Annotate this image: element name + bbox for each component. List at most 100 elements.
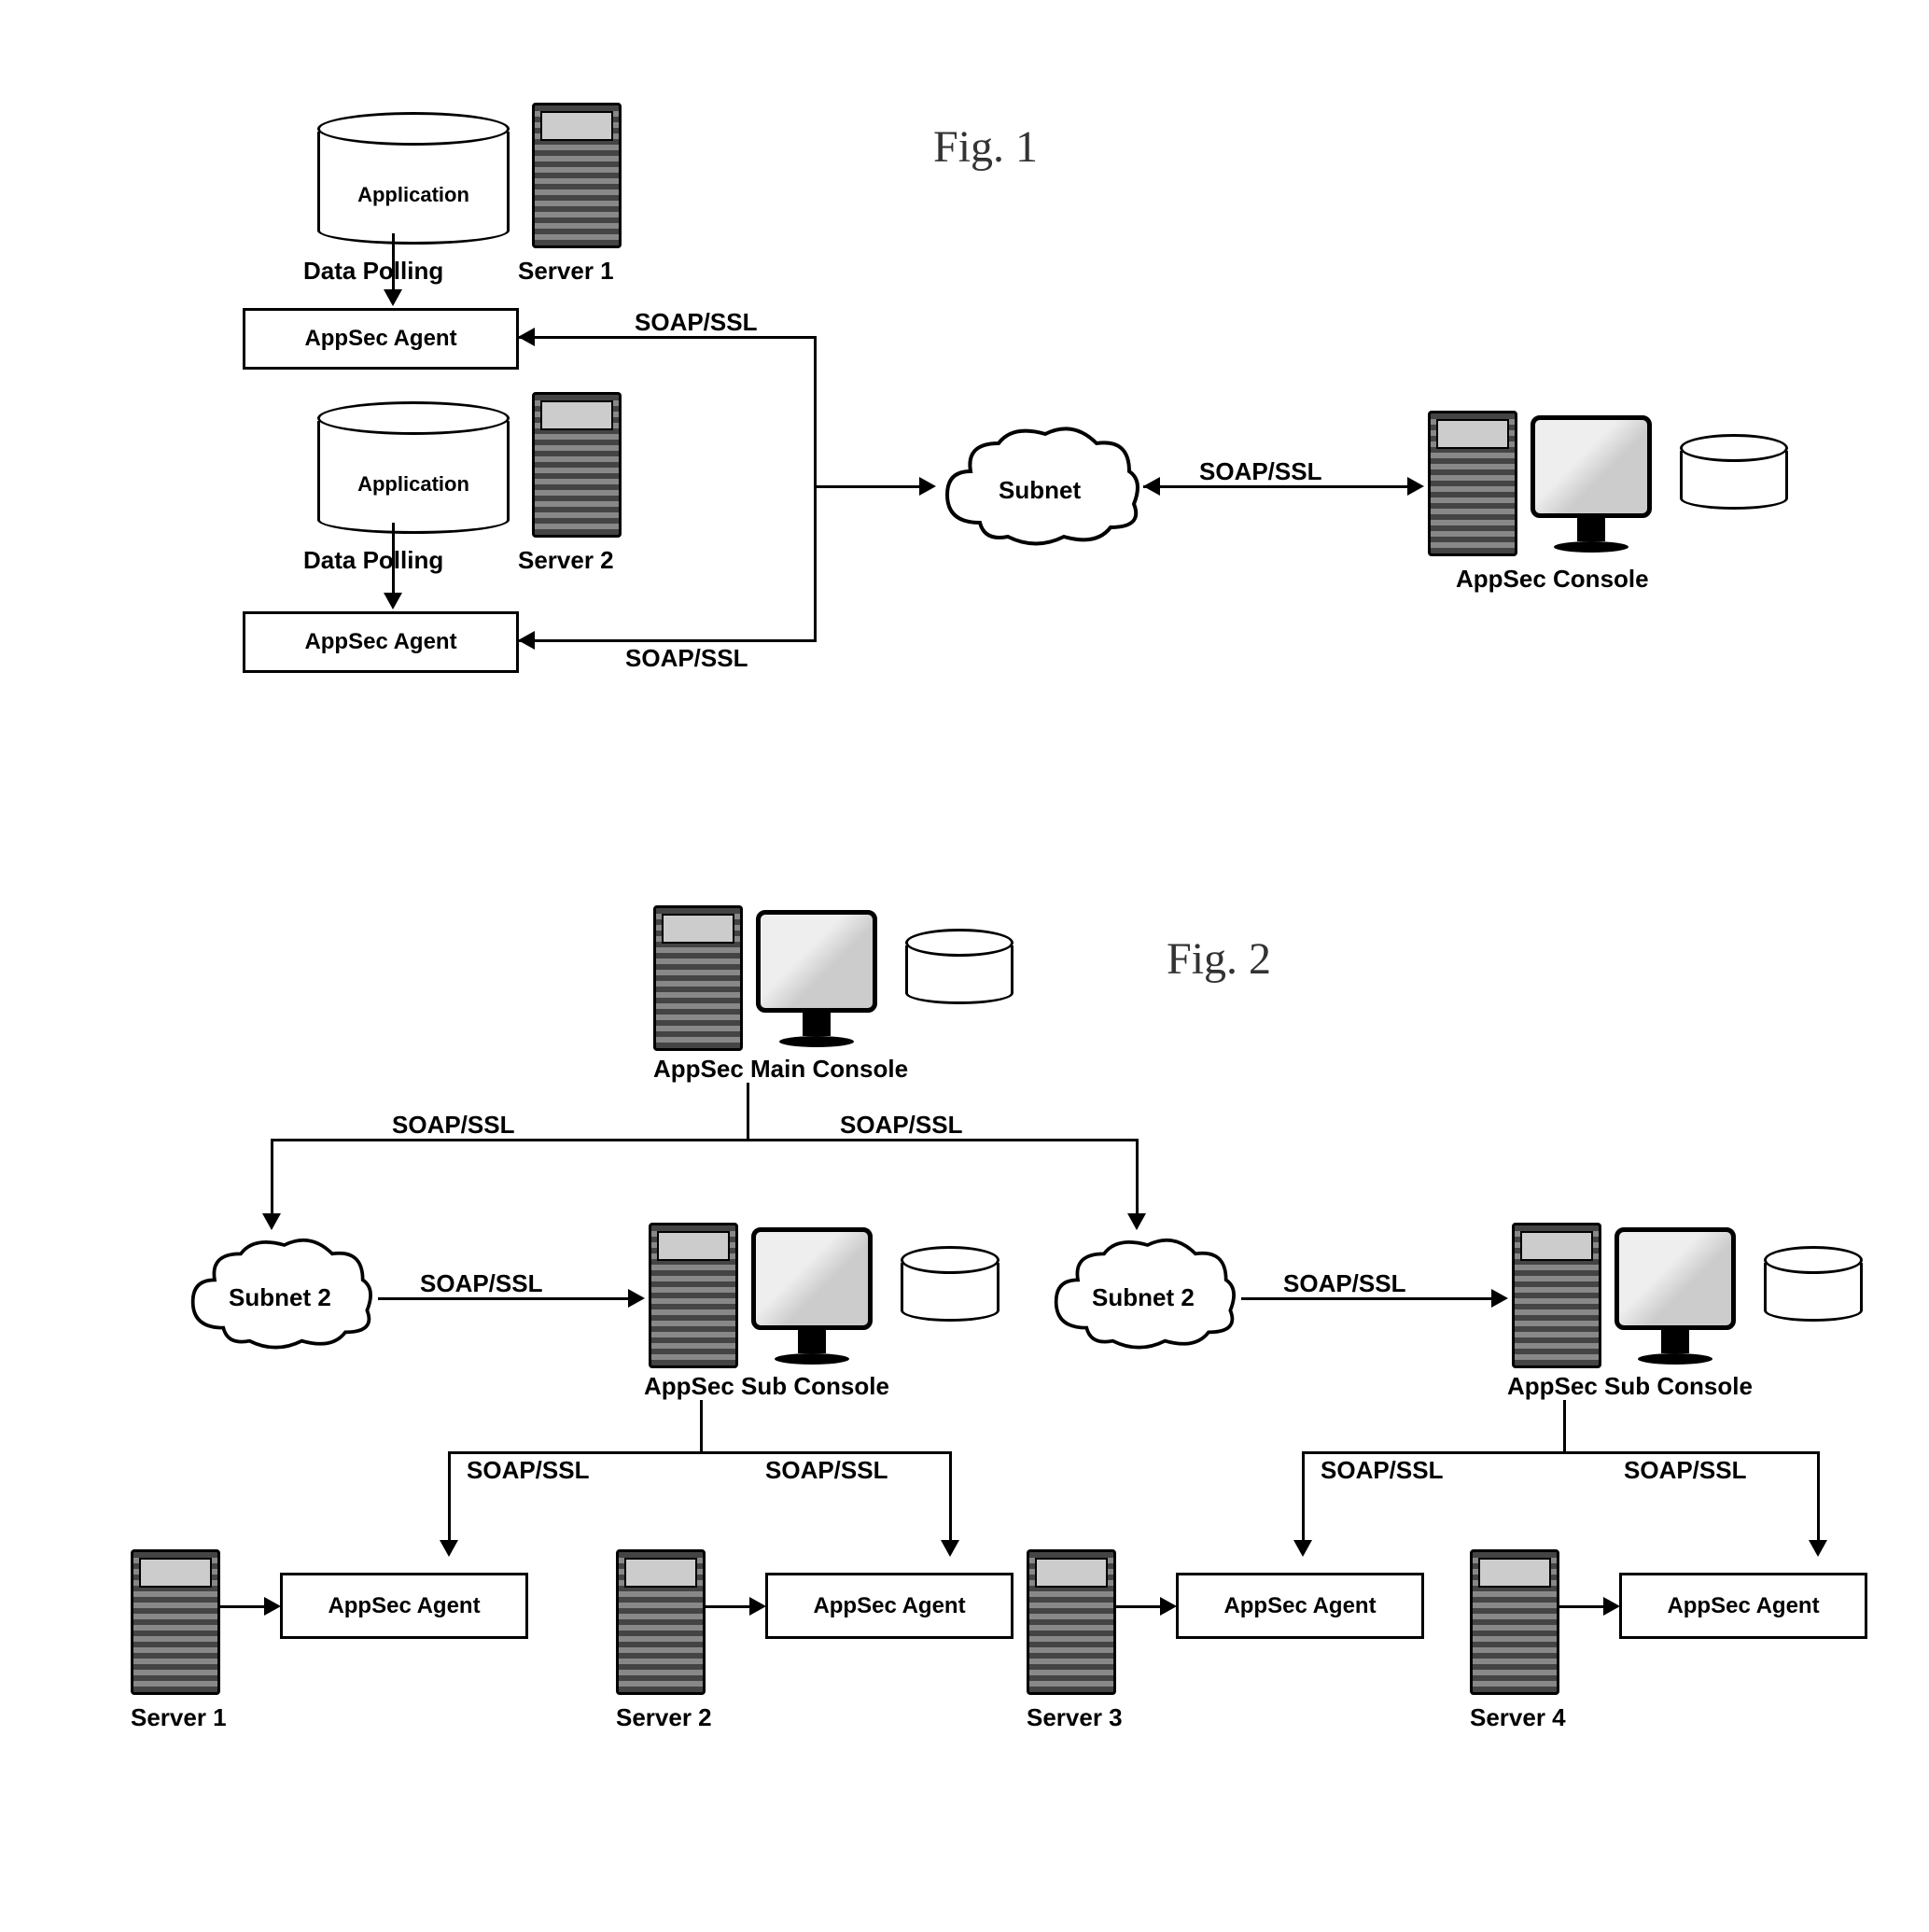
protocol3-label: SOAP/SSL [1199,457,1321,486]
appsec-agent3-box: AppSec Agent [1176,1573,1424,1639]
line-bus-vertical [814,336,817,642]
protocol-bl1-label: SOAP/SSL [467,1456,589,1485]
line-subcon-l-rdown [949,1451,952,1545]
appsec-agent3-label: AppSec Agent [1223,1593,1376,1619]
appsec-agent-1: AppSec Agent [243,308,519,370]
arrow-s1-agent [264,1597,281,1616]
console-label: AppSec Console [1456,565,1649,594]
appsec-agent-2: AppSec Agent [243,611,519,673]
line-agent2-bus [518,639,817,642]
appsec-agent4-label: AppSec Agent [1667,1593,1819,1619]
server-1-icon [532,103,622,248]
sub-console-r-monitor-icon [1614,1227,1736,1365]
sub-console-l-label: AppSec Sub Console [644,1372,889,1401]
arrow-s4-agent [1603,1597,1620,1616]
appsec-agent1-label: AppSec Agent [328,1593,480,1619]
server3-icon [1027,1549,1116,1695]
console-server-icon [1428,411,1517,556]
line-s3-agent [1113,1605,1165,1608]
protocol-br2-label: SOAP/SSL [1624,1456,1746,1485]
sub-console-r-db-icon [1764,1246,1857,1322]
sub-console-r-server-icon [1512,1223,1601,1368]
line-subcon-l-down [700,1400,703,1451]
subnet-right-label: Subnet 2 [1092,1283,1195,1312]
server-2-icon [532,392,622,538]
main-console-db-icon [905,929,1008,1004]
server1-label: Server 1 [131,1703,227,1732]
protocol-bl2-label: SOAP/SSL [765,1456,888,1485]
main-console-label: AppSec Main Console [653,1055,908,1084]
console-monitor-icon [1531,415,1652,553]
arrow-agent2 [518,631,535,650]
arrow-app2-agent2 [384,593,402,609]
arrow-main-left [262,1213,281,1230]
appsec-agent2-label: AppSec Agent [813,1593,965,1619]
server2-label: Server 2 [616,1703,712,1732]
arrow-subnetl-subcon [628,1289,645,1308]
arrow-subcon-r-r [1809,1540,1827,1557]
protocol-br1-label: SOAP/SSL [1321,1456,1443,1485]
server4-label: Server 4 [1470,1703,1566,1732]
arrow-agent1 [518,328,535,346]
arrow-subcon-r-l [1293,1540,1312,1557]
fig1-title: Fig. 1 [933,121,1038,173]
protocol-sub-r-label: SOAP/SSL [1283,1269,1405,1298]
server4-icon [1470,1549,1559,1695]
server2-icon [616,1549,706,1695]
line-subcon-l-split [448,1451,952,1454]
protocol1-label: SOAP/SSL [635,308,757,337]
protocol2-label: SOAP/SSL [625,644,748,673]
arrow-s3-agent [1160,1597,1177,1616]
line-s4-agent [1557,1605,1608,1608]
subnet-left-label: Subnet 2 [229,1283,331,1312]
arrow-subnet-l [1143,477,1160,496]
main-console-monitor-icon [756,910,877,1047]
line-bus-subnet [814,485,926,488]
main-console-server-icon [653,905,743,1051]
server-1-label: Server 1 [518,257,614,286]
line-subcon-r-down [1563,1400,1566,1451]
fig2-title: Fig. 2 [1167,933,1271,985]
application-label-1: Application [357,183,469,207]
line-subcon-r-split [1302,1451,1820,1454]
appsec-agent2-box: AppSec Agent [765,1573,1013,1639]
arrow-subnet-r [1407,477,1424,496]
protocol-top-l-label: SOAP/SSL [392,1111,514,1140]
application-db-2: Application [317,401,504,534]
server3-label: Server 3 [1027,1703,1123,1732]
line-subcon-r-ldown [1302,1451,1305,1545]
line-app2-agent2 [392,523,395,597]
arrow-subnetr-subcon [1491,1289,1508,1308]
appsec-agent1-box: AppSec Agent [280,1573,528,1639]
line-subcon-l-ldown [448,1451,451,1545]
server-2-label: Server 2 [518,546,614,575]
application-db-1: Application [317,112,504,245]
arrow-subcon-l-r [941,1540,959,1557]
sub-console-l-db-icon [901,1246,994,1322]
appsec-agent4-box: AppSec Agent [1619,1573,1867,1639]
arrow-main-right [1127,1213,1146,1230]
subnet-label: Subnet [999,476,1081,505]
protocol-sub-l-label: SOAP/SSL [420,1269,542,1298]
appsec-agent-2-label: AppSec Agent [304,629,456,655]
line-main-left-down [271,1139,273,1218]
line-app1-agent1 [392,233,395,294]
application-label-2: Application [357,472,469,497]
server1-icon [131,1549,220,1695]
line-s1-agent [217,1605,269,1608]
appsec-agent-1-label: AppSec Agent [304,326,456,352]
protocol-top-r-label: SOAP/SSL [840,1111,962,1140]
line-s2-agent [703,1605,754,1608]
line-subcon-r-rdown [1817,1451,1820,1545]
line-main-down [747,1083,749,1139]
arrow-subcon-l-l [440,1540,458,1557]
arrow-app1-agent1 [384,289,402,306]
sub-console-l-server-icon [649,1223,738,1368]
console-db-icon [1680,434,1782,510]
data-polling-1-label: Data Polling [303,257,443,286]
sub-console-r-label: AppSec Sub Console [1507,1372,1753,1401]
line-main-right-down [1136,1139,1139,1218]
sub-console-l-monitor-icon [751,1227,873,1365]
arrow-s2-agent [749,1597,766,1616]
data-polling-2-label: Data Polling [303,546,443,575]
